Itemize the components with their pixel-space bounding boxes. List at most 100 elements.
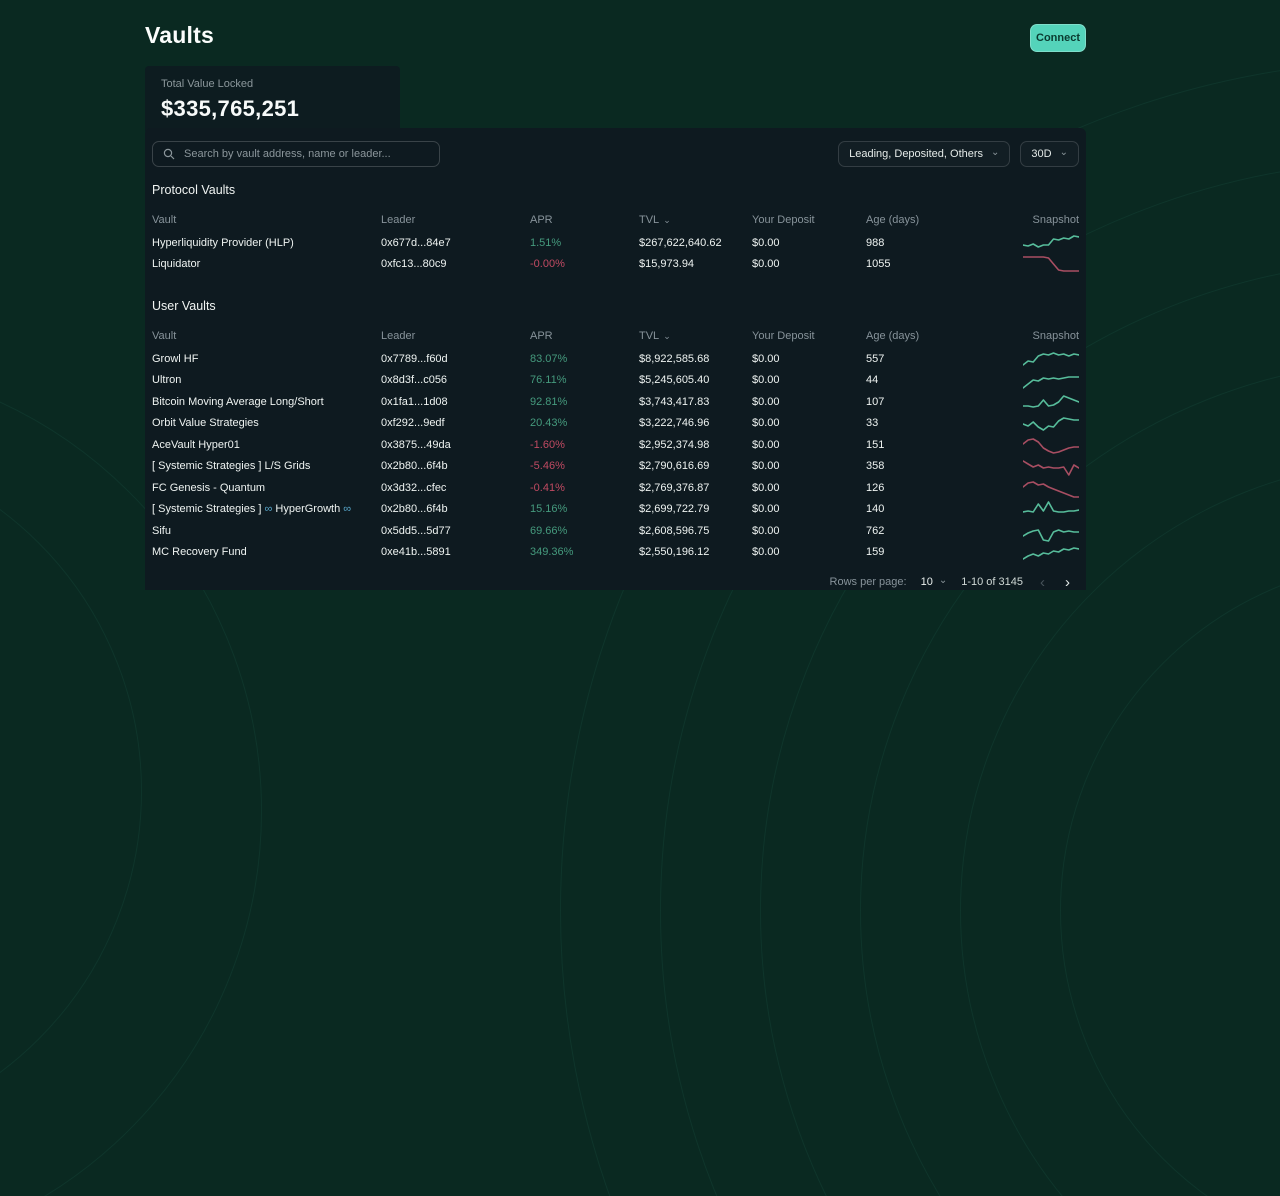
background-arc: [0, 440, 142, 1142]
vault-row[interactable]: Bitcoin Moving Average Long/Short0x1fa1.…: [152, 391, 1079, 413]
vault-row[interactable]: FC Genesis - Quantum0x3d32...cfec-0.41%$…: [152, 477, 1079, 499]
snapshot-sparkline: [993, 455, 1079, 477]
tvl-label: Total Value Locked: [161, 78, 384, 90]
vault-row[interactable]: [ Systemic Strategies ] L/S Grids0x2b80.…: [152, 456, 1079, 478]
tvl-value: $2,769,376.87: [639, 482, 752, 494]
age-value: 126: [866, 482, 993, 494]
column-header-snapshot[interactable]: Snapshot: [993, 330, 1079, 342]
snapshot-sparkline: [993, 253, 1079, 275]
snapshot-sparkline: [993, 434, 1079, 456]
vault-name[interactable]: Bitcoin Moving Average Long/Short: [152, 396, 381, 408]
leader-address[interactable]: 0x1fa1...1d08: [381, 396, 530, 408]
snapshot-sparkline: [993, 498, 1079, 520]
vault-row[interactable]: Ultron0x8d3f...c05676.11%$5,245,605.40$0…: [152, 370, 1079, 392]
tvl-value: $2,550,196.12: [639, 546, 752, 558]
vault-name[interactable]: FC Genesis - Quantum: [152, 482, 381, 494]
vault-name[interactable]: Liquidator: [152, 258, 381, 270]
your-deposit-value: $0.00: [752, 237, 866, 249]
next-page-icon[interactable]: ›: [1062, 575, 1073, 590]
column-header-apr[interactable]: APR: [530, 214, 639, 226]
period-dropdown[interactable]: 30D ⌄: [1020, 141, 1079, 167]
your-deposit-value: $0.00: [752, 374, 866, 386]
apr-value: 15.16%: [530, 503, 639, 515]
column-header-vault[interactable]: Vault: [152, 330, 381, 342]
apr-value: 20.43%: [530, 417, 639, 429]
snapshot-sparkline: [993, 541, 1079, 563]
vault-row[interactable]: Hyperliquidity Provider (HLP)0x677d...84…: [152, 232, 1079, 254]
pagination: Rows per page: 10 ⌄ 1-10 of 3145 ‹ ›: [152, 569, 1079, 595]
vault-name[interactable]: Hyperliquidity Provider (HLP): [152, 237, 381, 249]
column-header-your-deposit[interactable]: Your Deposit: [752, 330, 866, 342]
column-header-leader[interactable]: Leader: [381, 214, 530, 226]
your-deposit-value: $0.00: [752, 503, 866, 515]
column-header-snapshot[interactable]: Snapshot: [993, 214, 1079, 226]
search-icon: [163, 148, 175, 160]
vault-row[interactable]: Growl HF0x7789...f60d83.07%$8,922,585.68…: [152, 348, 1079, 370]
age-value: 557: [866, 353, 993, 365]
age-value: 33: [866, 417, 993, 429]
column-header-tvl[interactable]: TVL⌄: [639, 330, 752, 342]
age-value: 358: [866, 460, 993, 472]
snapshot-sparkline: [993, 369, 1079, 391]
age-value: 1055: [866, 258, 993, 270]
period-value: 30D: [1031, 148, 1051, 160]
vault-filter-dropdown[interactable]: Leading, Deposited, Others ⌄: [838, 141, 1010, 167]
snapshot-sparkline: [993, 412, 1079, 434]
tvl-value: $2,699,722.79: [639, 503, 752, 515]
vault-name[interactable]: [ Systemic Strategies ] L/S Grids: [152, 460, 381, 472]
leader-address[interactable]: 0xe41b...5891: [381, 546, 530, 558]
age-value: 44: [866, 374, 993, 386]
column-header-age-days-[interactable]: Age (days): [866, 214, 993, 226]
apr-value: 83.07%: [530, 353, 639, 365]
leader-address[interactable]: 0x2b80...6f4b: [381, 503, 530, 515]
column-header-tvl[interactable]: TVL⌄: [639, 214, 752, 226]
leader-address[interactable]: 0x677d...84e7: [381, 237, 530, 249]
column-header-age-days-[interactable]: Age (days): [866, 330, 993, 342]
your-deposit-value: $0.00: [752, 460, 866, 472]
leader-address[interactable]: 0x7789...f60d: [381, 353, 530, 365]
previous-page-icon[interactable]: ‹: [1037, 575, 1048, 590]
column-header-your-deposit[interactable]: Your Deposit: [752, 214, 866, 226]
vault-name[interactable]: [ Systemic Strategies ] ∞ HyperGrowth ∞: [152, 503, 381, 515]
apr-value: 349.36%: [530, 546, 639, 558]
leader-address[interactable]: 0x3875...49da: [381, 439, 530, 451]
vault-filter-value: Leading, Deposited, Others: [849, 148, 983, 160]
vault-row[interactable]: Liquidator0xfc13...80c9-0.00%$15,973.94$…: [152, 254, 1079, 276]
vault-row[interactable]: MC Recovery Fund0xe41b...5891349.36%$2,5…: [152, 542, 1079, 564]
toolbar: Leading, Deposited, Others ⌄ 30D ⌄: [152, 141, 1079, 167]
age-value: 159: [866, 546, 993, 558]
your-deposit-value: $0.00: [752, 439, 866, 451]
leader-address[interactable]: 0xf292...9edf: [381, 417, 530, 429]
search-box[interactable]: [152, 141, 440, 167]
age-value: 140: [866, 503, 993, 515]
vault-row[interactable]: [ Systemic Strategies ] ∞ HyperGrowth ∞0…: [152, 499, 1079, 521]
snapshot-sparkline: [993, 520, 1079, 542]
vault-row[interactable]: Orbit Value Strategies0xf292...9edf20.43…: [152, 413, 1079, 435]
search-input[interactable]: [182, 147, 429, 161]
vault-name[interactable]: Sifu: [152, 525, 381, 537]
leader-address[interactable]: 0x5dd5...5d77: [381, 525, 530, 537]
vault-row[interactable]: Sifu0x5dd5...5d7769.66%$2,608,596.75$0.0…: [152, 520, 1079, 542]
tvl-value: $15,973.94: [639, 258, 752, 270]
vault-name[interactable]: AceVault Hyper01: [152, 439, 381, 451]
apr-value: 69.66%: [530, 525, 639, 537]
vault-name[interactable]: Growl HF: [152, 353, 381, 365]
connect-button[interactable]: Connect: [1030, 24, 1086, 52]
vault-name[interactable]: Orbit Value Strategies: [152, 417, 381, 429]
your-deposit-value: $0.00: [752, 525, 866, 537]
tvl-value: $2,790,616.69: [639, 460, 752, 472]
leader-address[interactable]: 0x2b80...6f4b: [381, 460, 530, 472]
column-header-vault[interactable]: Vault: [152, 214, 381, 226]
column-header-apr[interactable]: APR: [530, 330, 639, 342]
rows-per-page-select[interactable]: 10 ⌄: [921, 576, 948, 588]
vault-name[interactable]: MC Recovery Fund: [152, 546, 381, 558]
page-title: Vaults: [145, 22, 214, 49]
column-header-leader[interactable]: Leader: [381, 330, 530, 342]
leader-address[interactable]: 0xfc13...80c9: [381, 258, 530, 270]
leader-address[interactable]: 0x8d3f...c056: [381, 374, 530, 386]
leader-address[interactable]: 0x3d32...cfec: [381, 482, 530, 494]
vault-name[interactable]: Ultron: [152, 374, 381, 386]
vault-row[interactable]: AceVault Hyper010x3875...49da-1.60%$2,95…: [152, 434, 1079, 456]
rows-per-page-label: Rows per page:: [830, 576, 907, 588]
your-deposit-value: $0.00: [752, 482, 866, 494]
